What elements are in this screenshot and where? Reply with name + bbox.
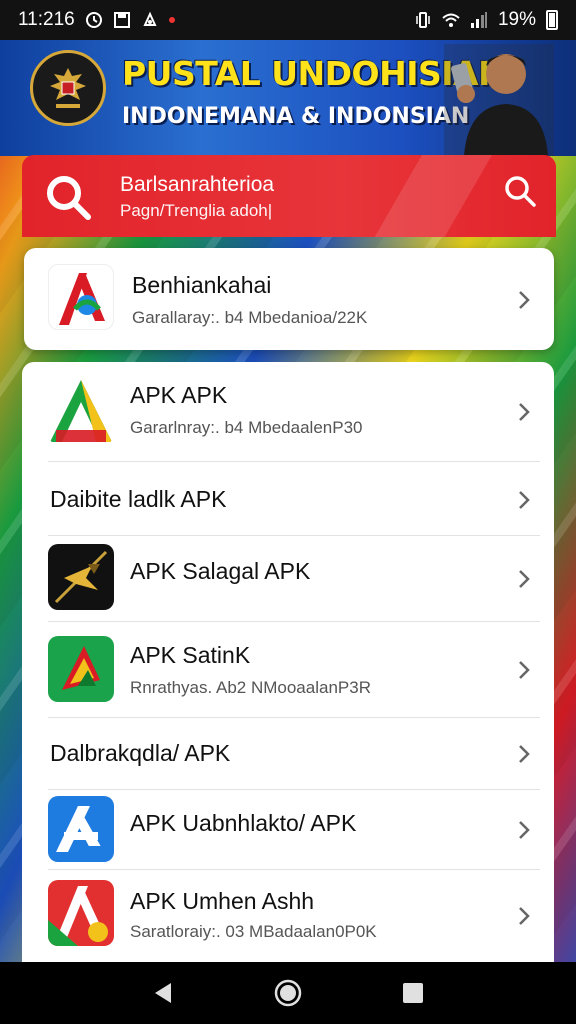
- chevron-right-icon: [519, 821, 530, 839]
- navigation-bar: [0, 962, 576, 1024]
- banner-subtitle: INDONEMANA & INDONSIAN: [122, 104, 470, 129]
- list-item-title: APK SatinK: [130, 642, 251, 668]
- notification-dot-icon: [168, 17, 175, 23]
- chevron-right-icon: [519, 491, 530, 509]
- chevron-right-icon: [519, 661, 530, 679]
- recents-button[interactable]: [398, 978, 428, 1008]
- save-icon: [113, 12, 130, 28]
- app-icon: [48, 796, 114, 862]
- app-icon-featured: [48, 264, 114, 330]
- search-logo-icon: [47, 176, 91, 220]
- home-icon: [274, 979, 302, 1007]
- battery-icon: [546, 10, 558, 30]
- list-item-subtitle: Saratloraiy:. 03 MBadaalan0P0K: [130, 922, 377, 941]
- app-icon: [48, 636, 114, 702]
- vibrate-icon: [416, 12, 430, 28]
- list-item[interactable]: Dalbrakqdla/ APK: [22, 718, 554, 790]
- banner: PUSTAL UNDOHISIAI INDONEMANA & INDONSIAN: [0, 40, 576, 156]
- app-icon: [48, 378, 114, 444]
- list-item-title: APK APK: [130, 382, 228, 408]
- featured-app-card[interactable]: Benhiankahai Garallaray:. b4 Mbedanioa/2…: [24, 248, 554, 350]
- list-item[interactable]: Daibite ladlk APK: [22, 462, 554, 536]
- recents-icon: [403, 983, 424, 1003]
- garuda-emblem-icon: [30, 50, 106, 126]
- chevron-right-icon: [519, 907, 530, 925]
- featured-subtitle: Garallaray:. b4 Mbedanioa/22K: [132, 308, 368, 327]
- list-item-subtitle: Gararlnray:. b4 MbedaalenP30: [130, 418, 363, 437]
- back-icon: [154, 983, 171, 1003]
- list-item-subtitle: Rnrathyas. Ab2 NMooaalanP3R: [130, 678, 371, 697]
- header-title: Barlsanrahterioa: [120, 173, 275, 196]
- list-item[interactable]: APK Umhen Ashh Saratloraiy:. 03 MBadaala…: [22, 870, 554, 962]
- banner-title: PUSTAL UNDOHISIAI: [122, 54, 490, 93]
- battery-percent: 19%: [497, 9, 536, 30]
- header-subtitle: Pagn/Trenglia adoh|: [120, 201, 273, 220]
- list-item[interactable]: APK Uabnhlakto/ APK: [22, 790, 554, 870]
- chevron-right-icon: [519, 291, 530, 309]
- wifi-icon: [442, 13, 460, 27]
- chevron-right-icon: [519, 403, 530, 421]
- list-item-title: APK Uabnhlakto/ APK: [130, 810, 357, 836]
- status-time: 11:216: [18, 9, 75, 30]
- app-icon: [48, 544, 114, 610]
- list-item[interactable]: APK APK Gararlnray:. b4 MbedaalenP30: [22, 362, 554, 462]
- list-item-title: Daibite ladlk APK: [50, 486, 227, 512]
- usb-debug-icon: [143, 11, 157, 26]
- chevron-right-icon: [519, 745, 530, 763]
- list-item-title: APK Salagal APK: [130, 558, 311, 584]
- chevron-right-icon: [519, 570, 530, 588]
- home-button[interactable]: [273, 978, 303, 1008]
- list-item[interactable]: APK Salagal APK: [22, 536, 554, 622]
- app-icon: [48, 880, 114, 946]
- header-card: Barlsanrahterioa Pagn/Trenglia adoh|: [22, 155, 556, 237]
- status-bar: 11:216 19%: [0, 0, 576, 40]
- list-item-title: Dalbrakqdla/ APK: [50, 740, 231, 766]
- search-icon[interactable]: [502, 173, 538, 209]
- signal-icon: [470, 12, 487, 28]
- list-item-title: APK Umhen Ashh: [130, 888, 315, 914]
- clock-icon: [85, 12, 102, 28]
- featured-title: Benhiankahai: [132, 272, 272, 298]
- back-button[interactable]: [148, 978, 178, 1008]
- app-list: APK APK Gararlnray:. b4 MbedaalenP30 Dai…: [22, 362, 554, 962]
- list-item[interactable]: APK SatinK Rnrathyas. Ab2 NMooaalanP3R: [22, 622, 554, 718]
- person-with-phone-image: [444, 44, 554, 156]
